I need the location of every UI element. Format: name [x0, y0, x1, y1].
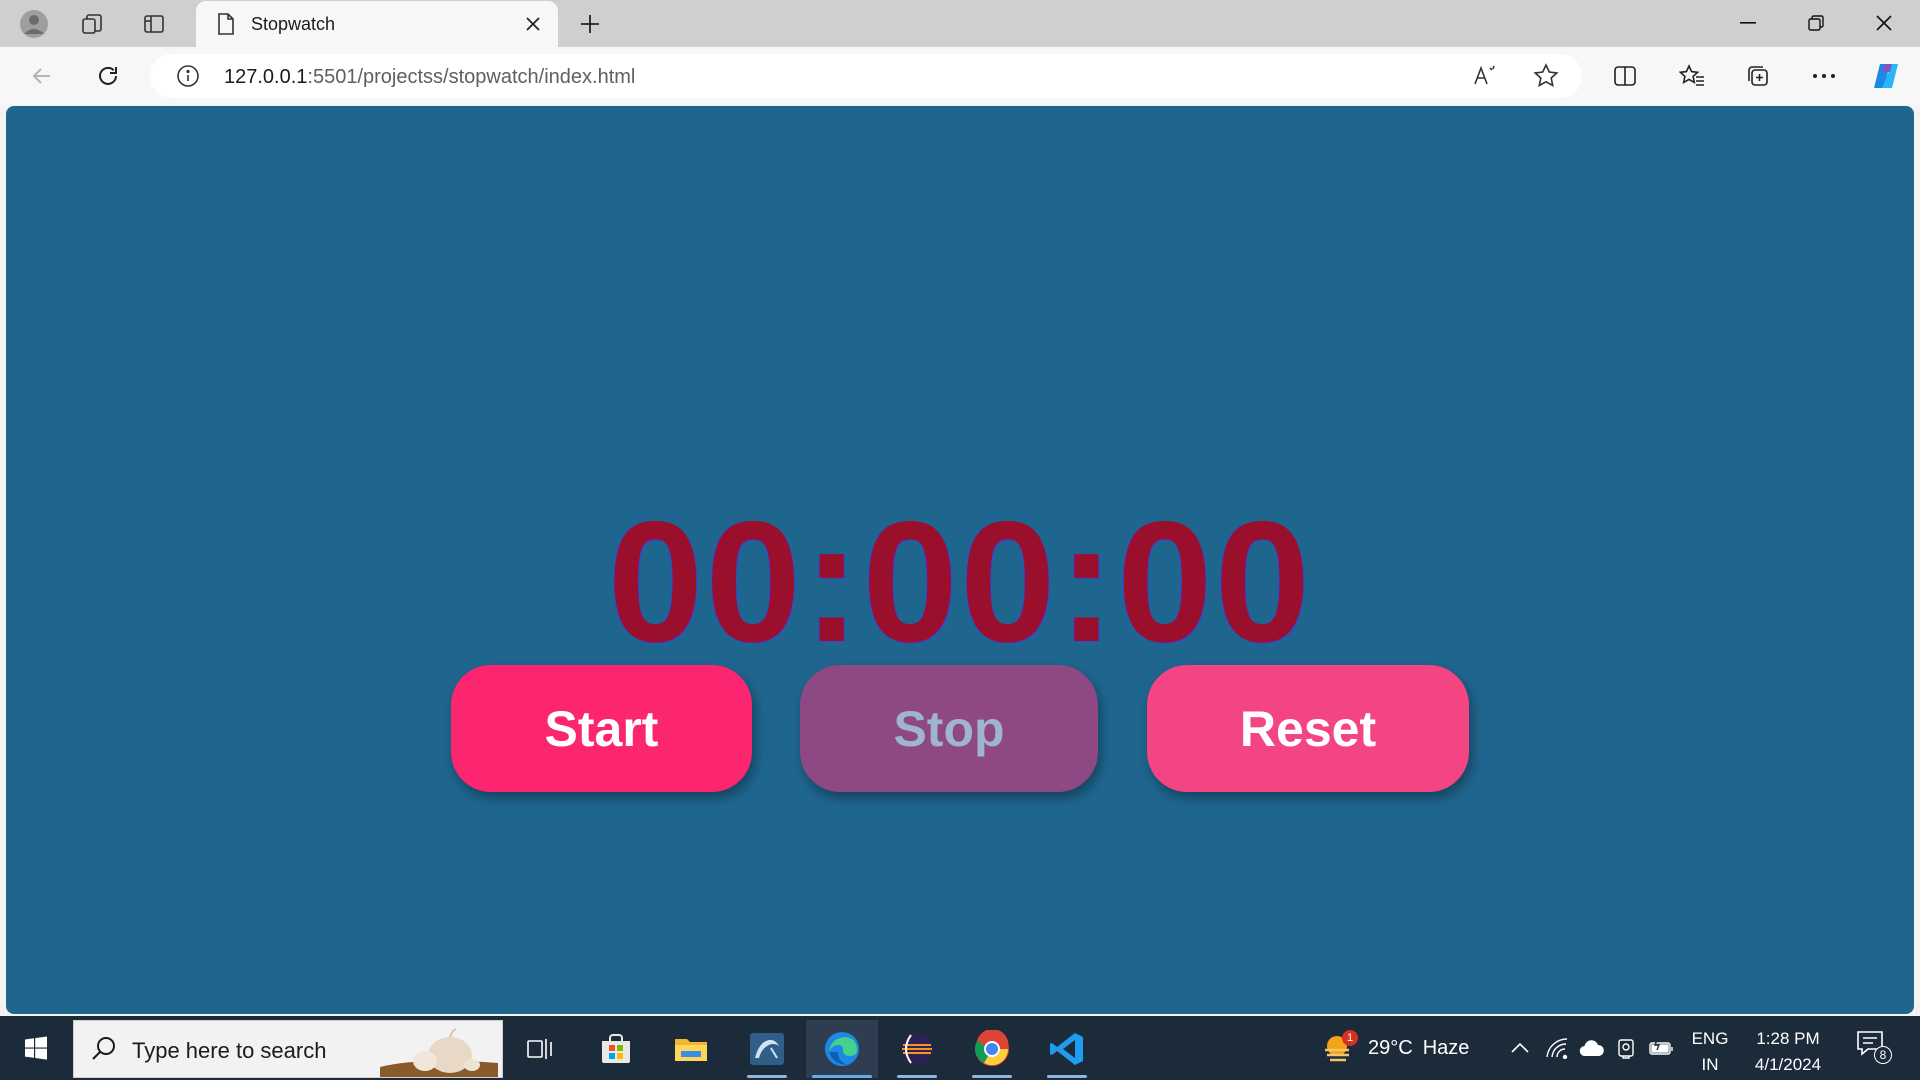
search-highlight-image: [380, 1027, 498, 1077]
new-tab-icon[interactable]: [574, 8, 606, 40]
weather-condition: Haze: [1422, 1036, 1470, 1059]
running-indicator: [1047, 1075, 1087, 1078]
timer-seconds: 00: [1116, 486, 1313, 678]
taskbar-search[interactable]: Type here to search: [73, 1020, 503, 1078]
split-screen-icon[interactable]: [1607, 58, 1643, 94]
url-text[interactable]: 127.0.0.1:5501/projectss/stopwatch/index…: [224, 66, 635, 89]
meet-now-icon[interactable]: [1613, 1034, 1641, 1062]
region-code: IN: [1701, 1055, 1719, 1074]
url-path: :5501/projectss/stopwatch/index.html: [307, 66, 636, 88]
clock-time: 1:28 PM: [1756, 1029, 1820, 1048]
network-icon[interactable]: [1543, 1034, 1571, 1062]
timer-minutes: 00: [862, 486, 1058, 678]
close-tab-icon[interactable]: [520, 11, 546, 37]
edge-icon[interactable]: [806, 1020, 878, 1078]
page-icon: [216, 12, 236, 40]
restore-icon[interactable]: [1782, 0, 1850, 46]
active-indicator: [812, 1075, 872, 1078]
favorite-star-icon[interactable]: [1530, 60, 1562, 92]
tab-title: Stopwatch: [251, 14, 336, 34]
search-placeholder: Type here to search: [132, 1038, 327, 1063]
input-language[interactable]: ENG IN: [1690, 1026, 1730, 1078]
stopwatch-display: 00:00:00: [6, 496, 1914, 668]
site-info-icon[interactable]: [172, 60, 204, 92]
copilot-icon[interactable]: [1868, 58, 1904, 94]
windows-start-icon[interactable]: [10, 1028, 62, 1068]
system-clock[interactable]: 1:28 PM 4/1/2024: [1746, 1026, 1830, 1078]
search-icon: [90, 1035, 118, 1067]
tab-strip: Stopwatch: [0, 0, 1920, 47]
weather-alert-badge: 1: [1342, 1030, 1358, 1046]
notification-center-icon[interactable]: 8: [1856, 1030, 1892, 1066]
address-bar[interactable]: 127.0.0.1:5501/projectss/stopwatch/index…: [150, 54, 1582, 98]
start-button[interactable]: Start: [451, 665, 752, 792]
notification-count: 8: [1874, 1046, 1892, 1064]
more-menu-icon[interactable]: [1806, 58, 1842, 94]
read-aloud-icon[interactable]: [1470, 60, 1502, 92]
weather-widget[interactable]: 1 29°C Haze: [1322, 1030, 1469, 1066]
timer-hours: 00: [607, 486, 804, 678]
stop-button[interactable]: Stop: [800, 665, 1098, 792]
profile-icon[interactable]: [18, 8, 50, 40]
back-icon[interactable]: [24, 58, 60, 94]
file-explorer-icon[interactable]: [655, 1020, 727, 1078]
minimize-icon[interactable]: [1714, 0, 1782, 46]
close-window-icon[interactable]: [1850, 0, 1918, 46]
battery-icon[interactable]: [1648, 1034, 1676, 1062]
refresh-icon[interactable]: [90, 58, 126, 94]
weather-temperature: 29°C: [1368, 1036, 1413, 1059]
browser-toolbar: 127.0.0.1:5501/projectss/stopwatch/index…: [0, 47, 1920, 105]
clock-date: 4/1/2024: [1754, 1055, 1822, 1074]
vscode-icon[interactable]: [1031, 1020, 1103, 1078]
weather-haze-icon: 1: [1322, 1030, 1358, 1066]
running-indicator: [747, 1075, 787, 1078]
workspaces-icon[interactable]: [76, 8, 108, 40]
reset-button[interactable]: Reset: [1147, 665, 1469, 792]
language-code: ENG: [1691, 1029, 1729, 1048]
show-hidden-icons-icon[interactable]: [1506, 1034, 1534, 1062]
mysql-workbench-icon[interactable]: [731, 1020, 803, 1078]
store-icon[interactable]: [580, 1020, 652, 1078]
chrome-icon[interactable]: [956, 1020, 1028, 1078]
timer-separator: :: [803, 486, 863, 678]
running-indicator: [897, 1075, 937, 1078]
taskbar: Type here to search 1 29°C Haze ENG IN 1…: [0, 1016, 1920, 1080]
task-view-icon[interactable]: [504, 1020, 576, 1078]
favorites-icon[interactable]: [1674, 58, 1710, 94]
tab-stopwatch[interactable]: Stopwatch: [196, 1, 558, 47]
onedrive-icon[interactable]: [1578, 1034, 1606, 1062]
running-indicator: [972, 1075, 1012, 1078]
timer-separator: :: [1057, 486, 1117, 678]
eclipse-icon[interactable]: [881, 1020, 953, 1078]
collections-icon[interactable]: [1740, 58, 1776, 94]
vertical-tabs-icon[interactable]: [138, 8, 170, 40]
url-host: 127.0.0.1: [224, 66, 308, 88]
page-viewport: 00:00:00 Start Stop Reset: [6, 106, 1914, 1014]
